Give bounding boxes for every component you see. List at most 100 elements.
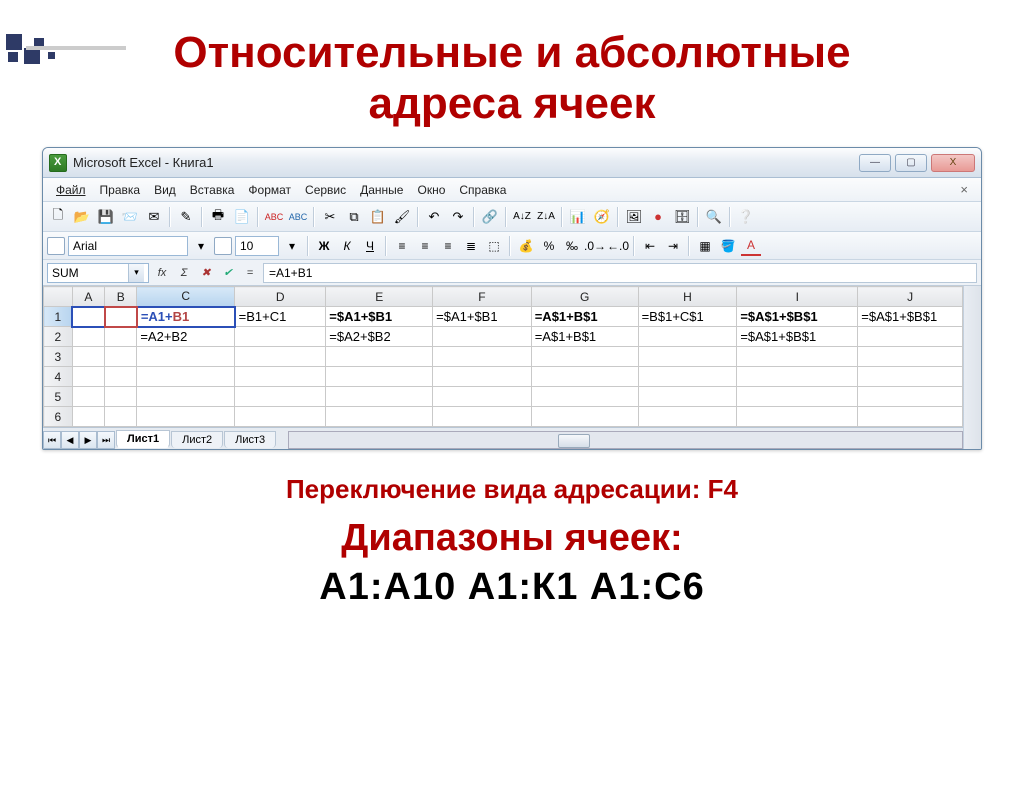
cell-B2[interactable] xyxy=(105,327,137,347)
col-header-C[interactable]: C xyxy=(137,287,235,307)
mail-icon[interactable]: ✉ xyxy=(143,206,165,228)
sort-asc-icon[interactable]: A↓Z xyxy=(511,206,533,228)
cell-A2[interactable] xyxy=(72,327,104,347)
menu-data[interactable]: Данные xyxy=(353,180,410,200)
sheet-tab-2[interactable]: Лист2 xyxy=(171,431,223,448)
cell-F1[interactable]: =$A1+$B1 xyxy=(433,307,532,327)
row-header-4[interactable]: 4 xyxy=(44,367,73,387)
help-icon[interactable]: ❔ xyxy=(735,206,757,228)
row-header-1[interactable]: 1 xyxy=(44,307,73,327)
vertical-scrollbar[interactable] xyxy=(963,286,981,449)
close-button[interactable]: X xyxy=(931,154,975,172)
dec-inc-icon[interactable]: .0→ xyxy=(585,236,605,256)
align-left-icon[interactable]: ≡ xyxy=(392,236,412,256)
bold-button[interactable]: Ж xyxy=(314,236,334,256)
sheet-tab-1[interactable]: Лист1 xyxy=(116,430,170,448)
cell-B1[interactable] xyxy=(105,307,137,327)
zoom-icon[interactable]: 🔍 xyxy=(703,206,725,228)
open-icon[interactable]: 📂 xyxy=(71,206,93,228)
hyperlink-icon[interactable]: 🔗 xyxy=(479,206,501,228)
copy-icon[interactable]: ⧉ xyxy=(343,206,365,228)
menu-edit[interactable]: Правка xyxy=(93,180,148,200)
cancel-icon[interactable]: ✖ xyxy=(197,264,215,282)
indent-inc-icon[interactable]: ⇥ xyxy=(663,236,683,256)
cut-icon[interactable]: ✂ xyxy=(319,206,341,228)
cell-J2[interactable] xyxy=(858,327,963,347)
col-header-J[interactable]: J xyxy=(858,287,963,307)
font-dd-icon[interactable]: ▾ xyxy=(191,236,211,256)
tab-nav-first-icon[interactable]: ⏮ xyxy=(43,431,61,449)
accept-icon[interactable]: ✔ xyxy=(219,264,237,282)
print-icon[interactable]: 🖶 xyxy=(207,206,229,228)
percent-icon[interactable]: % xyxy=(539,236,559,256)
maximize-button[interactable]: ▢ xyxy=(895,154,927,172)
col-header-I[interactable]: I xyxy=(737,287,858,307)
navigator-icon[interactable]: 🧭 xyxy=(591,206,613,228)
style-box2[interactable] xyxy=(214,237,232,255)
indent-dec-icon[interactable]: ⇤ xyxy=(640,236,660,256)
save-icon[interactable]: 💾 xyxy=(95,206,117,228)
redo-icon[interactable]: ↷ xyxy=(447,206,469,228)
align-justify-icon[interactable]: ≣ xyxy=(461,236,481,256)
undo-icon[interactable]: ↶ xyxy=(423,206,445,228)
cell-J1[interactable]: =$A$1+$B$1 xyxy=(858,307,963,327)
row-header-6[interactable]: 6 xyxy=(44,407,73,427)
col-header-H[interactable]: H xyxy=(638,287,737,307)
italic-button[interactable]: К xyxy=(337,236,357,256)
align-center-icon[interactable]: ≡ xyxy=(415,236,435,256)
sheet-area[interactable]: A B C D E F G H I J 1 xyxy=(43,286,963,427)
cell-C1[interactable]: =A1+B1 xyxy=(137,307,235,327)
col-header-D[interactable]: D xyxy=(235,287,326,307)
dec-dec-icon[interactable]: ←.0 xyxy=(608,236,628,256)
export-icon[interactable]: 📨 xyxy=(119,206,141,228)
fx-icon[interactable]: fx xyxy=(153,264,171,282)
tab-nav-prev-icon[interactable]: ◀ xyxy=(61,431,79,449)
size-dd-icon[interactable]: ▾ xyxy=(282,236,302,256)
menu-format[interactable]: Формат xyxy=(241,180,298,200)
sum-icon[interactable]: Σ xyxy=(175,264,193,282)
font-name-select[interactable] xyxy=(68,236,188,256)
cell-E2[interactable]: =$A2+$B2 xyxy=(326,327,433,347)
menu-file[interactable]: Файл xyxy=(49,180,93,200)
cell-I2[interactable]: =$A$1+$B$1 xyxy=(737,327,858,347)
underline-button[interactable]: Ч xyxy=(360,236,380,256)
name-box-dd-icon[interactable]: ▾ xyxy=(128,264,144,282)
horizontal-scrollbar[interactable] xyxy=(288,431,963,449)
number-icon[interactable]: ‰ xyxy=(562,236,582,256)
edit-icon[interactable]: ✎ xyxy=(175,206,197,228)
menu-insert[interactable]: Вставка xyxy=(183,180,242,200)
cell-D1[interactable]: =B1+C1 xyxy=(235,307,326,327)
new-icon[interactable]: 🗋 xyxy=(47,206,69,228)
row-header-3[interactable]: 3 xyxy=(44,347,73,367)
format-paint-icon[interactable]: 🖌 xyxy=(391,206,413,228)
tab-nav-last-icon[interactable]: ⏭ xyxy=(97,431,115,449)
preview-icon[interactable]: 📄 xyxy=(231,206,253,228)
gallery-icon[interactable]: 🖼 xyxy=(623,206,645,228)
menu-help[interactable]: Справка xyxy=(452,180,513,200)
align-right-icon[interactable]: ≡ xyxy=(438,236,458,256)
fill-color-icon[interactable]: 🪣 xyxy=(718,236,738,256)
cell-H1[interactable]: =B$1+C$1 xyxy=(638,307,737,327)
equals-icon[interactable]: = xyxy=(241,264,259,282)
row-header-5[interactable]: 5 xyxy=(44,387,73,407)
record-icon[interactable]: ● xyxy=(647,206,669,228)
cell-G2[interactable]: =A$1+B$1 xyxy=(531,327,638,347)
borders-icon[interactable]: ▦ xyxy=(695,236,715,256)
col-header-A[interactable]: A xyxy=(72,287,104,307)
spellcheck-abc-icon[interactable]: ABC xyxy=(263,206,285,228)
tab-nav-next-icon[interactable]: ▶ xyxy=(79,431,97,449)
menu-tools[interactable]: Сервис xyxy=(298,180,353,200)
cell-G1[interactable]: =A$1+B$1 xyxy=(531,307,638,327)
font-color-icon[interactable]: A xyxy=(741,236,761,256)
formula-input[interactable]: =A1+B1 xyxy=(263,263,977,283)
chart-icon[interactable]: 📊 xyxy=(567,206,589,228)
col-header-B[interactable]: B xyxy=(105,287,137,307)
minimize-button[interactable]: — xyxy=(859,154,891,172)
select-all-corner[interactable] xyxy=(44,287,73,307)
cell-H2[interactable] xyxy=(638,327,737,347)
col-header-F[interactable]: F xyxy=(433,287,532,307)
merge-icon[interactable]: ⬚ xyxy=(484,236,504,256)
font-size-select[interactable] xyxy=(235,236,279,256)
col-header-E[interactable]: E xyxy=(326,287,433,307)
name-box[interactable]: SUM ▾ xyxy=(47,263,149,283)
